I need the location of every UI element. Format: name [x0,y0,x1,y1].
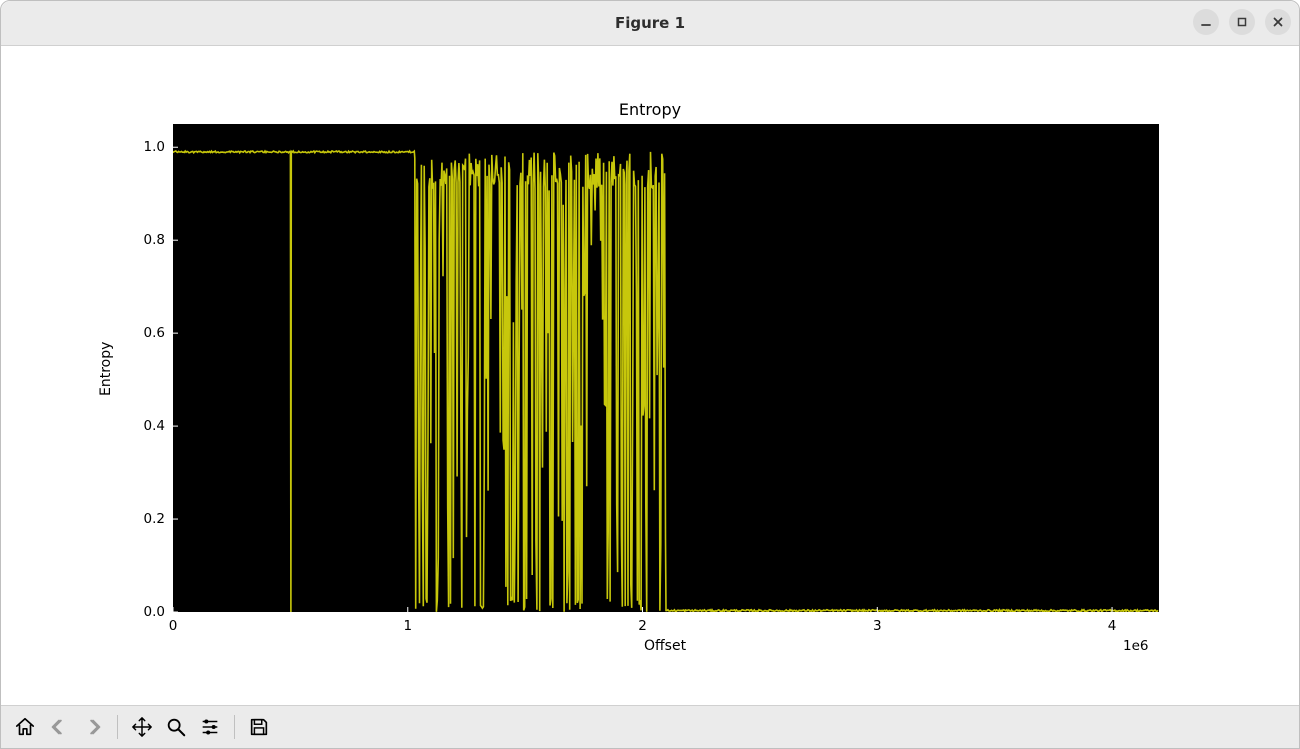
x-tick-label: 3 [847,618,907,634]
minimize-button[interactable] [1193,9,1219,35]
forward-icon [82,716,104,738]
toolbar-separator [234,715,235,739]
minimize-icon [1200,16,1212,28]
home-button[interactable] [11,713,39,741]
maximize-button[interactable] [1229,9,1255,35]
nav-toolbar [1,705,1299,748]
x-axis-exponent: 1e6 [1123,638,1148,654]
x-tick-label: 4 [1082,618,1142,634]
pan-icon [131,716,153,738]
home-icon [14,716,36,738]
y-tick-label: 1.0 [115,139,165,155]
pan-button[interactable] [128,713,156,741]
entropy-series [173,151,1158,612]
zoom-icon [165,716,187,738]
zoom-button[interactable] [162,713,190,741]
configure-subplots-button[interactable] [196,713,224,741]
plot-canvas[interactable]: Entropy 0.00.20.40.60.81.0 01234 Entropy… [1,46,1299,705]
y-tick-label: 0.6 [115,325,165,341]
configure-subplots-icon [199,716,221,738]
save-button[interactable] [245,713,273,741]
x-tick-label: 0 [143,618,203,634]
entropy-line-plot [173,124,1159,612]
toolbar-separator [117,715,118,739]
y-tick-label: 0.2 [115,511,165,527]
y-axis-label: Entropy [98,342,114,396]
y-tick-label: 0.8 [115,232,165,248]
titlebar: Figure 1 [1,1,1299,46]
close-button[interactable] [1265,9,1291,35]
chart-title: Entropy [1,100,1299,119]
figure-window: Figure 1 Entropy 0.0 [0,0,1300,749]
x-tick-label: 2 [613,618,673,634]
back-button[interactable] [45,713,73,741]
x-axis-label: Offset [644,638,686,654]
back-icon [48,716,70,738]
maximize-icon [1236,16,1248,28]
save-icon [248,716,270,738]
x-tick-label: 1 [378,618,438,634]
window-title: Figure 1 [1,14,1299,32]
forward-button[interactable] [79,713,107,741]
y-tick-label: 0.4 [115,418,165,434]
window-controls [1193,9,1291,35]
close-icon [1272,16,1284,28]
